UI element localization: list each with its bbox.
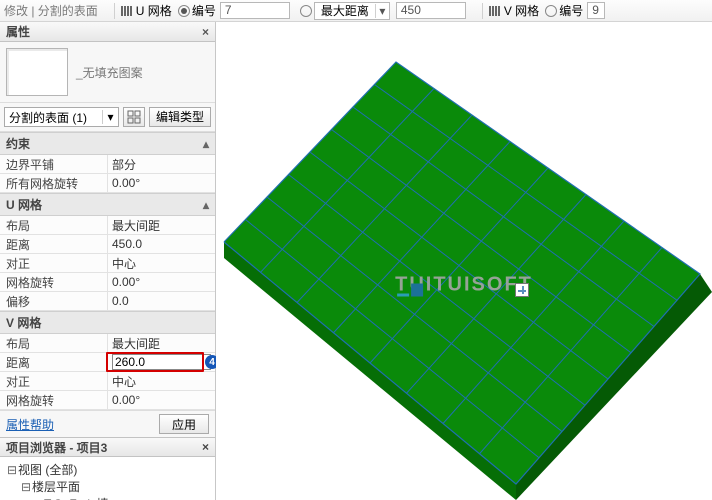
row-u-layout-key: 布局 bbox=[0, 216, 108, 234]
row-v-distance-val[interactable]: 4 bbox=[108, 353, 215, 371]
row-u-justify-key: 对正 bbox=[0, 254, 108, 272]
edit-type-button[interactable]: 编辑类型 bbox=[149, 107, 211, 127]
section-constraints-label: 约束 bbox=[6, 135, 30, 152]
apply-button[interactable]: 应用 bbox=[159, 414, 209, 434]
row-v-layout: 布局 最大间距 bbox=[0, 334, 215, 353]
u-mode-radio[interactable] bbox=[300, 5, 312, 17]
chevron-down-icon: ▾ bbox=[375, 4, 389, 18]
row-u-layout-val[interactable]: 最大间距 bbox=[108, 216, 215, 234]
section-v-grid[interactable]: V 网格 bbox=[0, 311, 215, 334]
picker-icon bbox=[127, 110, 141, 124]
fill-pattern-label: _无填充图案 bbox=[76, 64, 143, 81]
close-icon[interactable]: × bbox=[202, 25, 209, 39]
row-v-layout-val[interactable]: 最大间距 bbox=[108, 334, 215, 352]
v-number-field[interactable]: 9 bbox=[587, 2, 605, 19]
tree-node-floorplans-label: 楼层平面 bbox=[32, 478, 80, 495]
row-border-tile-val[interactable]: 部分 bbox=[108, 155, 215, 173]
row-v-distance-input[interactable] bbox=[112, 354, 211, 370]
row-u-offset: 偏移 0.0 bbox=[0, 292, 215, 311]
row-v-justify-key: 对正 bbox=[0, 372, 108, 390]
v-grid-label: V 网格 bbox=[504, 2, 539, 19]
v-number-radio[interactable] bbox=[545, 5, 557, 17]
fill-pattern-swatch[interactable] bbox=[6, 48, 68, 96]
divided-surface-render bbox=[216, 22, 712, 500]
section-constraints[interactable]: 约束 ▴ bbox=[0, 132, 215, 155]
options-bar: 修改 | 分割的表面 U 网格 编号 7 最大距离 ▾ 450 V 网格 编号 … bbox=[0, 0, 712, 22]
section-v-grid-label: V 网格 bbox=[6, 314, 41, 331]
type-selector-label: 分割的表面 (1) bbox=[5, 109, 102, 126]
row-u-grid-rotate: 网格旋转 0.00° bbox=[0, 273, 215, 292]
3d-viewport[interactable]: TUITUISOFT bbox=[216, 22, 712, 500]
tree-node-fnd[interactable]: T.O. Fnd. 墙 bbox=[6, 495, 209, 500]
u-number-label: 编号 bbox=[192, 2, 216, 19]
watermark: TUITUISOFT bbox=[395, 273, 533, 296]
row-v-grid-rotate-key: 网格旋转 bbox=[0, 391, 108, 409]
collapse-icon[interactable]: ⊟ bbox=[20, 480, 32, 494]
row-border-tile-key: 边界平铺 bbox=[0, 155, 108, 173]
row-u-layout: 布局 最大间距 bbox=[0, 216, 215, 235]
u-number-field[interactable]: 7 bbox=[220, 2, 290, 19]
watermark-icon bbox=[395, 273, 533, 296]
v-number-label: 编号 bbox=[559, 2, 583, 19]
row-u-distance: 距离 450.0 bbox=[0, 235, 215, 254]
type-selector-row: 分割的表面 (1) ▾ 编辑类型 bbox=[0, 103, 215, 132]
properties-help-row: 属性帮助 应用 bbox=[0, 410, 215, 437]
section-u-grid-label: U 网格 bbox=[6, 196, 42, 213]
row-border-tile: 边界平铺 部分 bbox=[0, 155, 215, 174]
project-browser-title: 项目浏览器 - 项目3 × bbox=[0, 437, 215, 457]
u-mode-dropdown-label: 最大距离 bbox=[315, 2, 375, 19]
selection-marker-icon bbox=[515, 283, 529, 297]
section-u-grid[interactable]: U 网格 ▴ bbox=[0, 193, 215, 216]
v-grid-icon bbox=[489, 6, 500, 16]
row-u-grid-rotate-val[interactable]: 0.00° bbox=[108, 273, 215, 291]
properties-title-label: 属性 bbox=[6, 23, 30, 40]
row-all-grid-rotate: 所有网格旋转 0.00° bbox=[0, 174, 215, 193]
u-mode-value-field[interactable]: 450 bbox=[396, 2, 466, 19]
properties-panel: 属性 × _无填充图案 分割的表面 (1) ▾ 编辑类型 约束 ▴ 边界平铺 部… bbox=[0, 22, 216, 500]
u-mode-dropdown[interactable]: 最大距离 ▾ bbox=[314, 2, 390, 20]
collapse-icon[interactable]: ⊟ bbox=[6, 463, 18, 477]
close-icon[interactable]: × bbox=[202, 440, 209, 454]
context-label: 修改 | 分割的表面 bbox=[4, 2, 98, 19]
row-u-grid-rotate-key: 网格旋转 bbox=[0, 273, 108, 291]
collapse-icon[interactable]: ▴ bbox=[203, 198, 209, 212]
row-v-justify: 对正 中心 bbox=[0, 372, 215, 391]
chevron-down-icon: ▾ bbox=[102, 110, 118, 124]
row-all-grid-rotate-val[interactable]: 0.00° bbox=[108, 174, 215, 192]
tree-node-views-label: 视图 (全部) bbox=[18, 461, 77, 478]
u-grid-label: U 网格 bbox=[136, 2, 172, 19]
collapse-icon[interactable]: ▴ bbox=[203, 137, 209, 151]
type-selector-combo[interactable]: 分割的表面 (1) ▾ bbox=[4, 107, 119, 127]
row-u-offset-key: 偏移 bbox=[0, 292, 108, 310]
row-u-distance-key: 距离 bbox=[0, 235, 108, 253]
row-all-grid-rotate-key: 所有网格旋转 bbox=[0, 174, 108, 192]
row-v-grid-rotate-val[interactable]: 0.00° bbox=[108, 391, 215, 409]
tree-node-fnd-label: T.O. Fnd. 墙 bbox=[44, 495, 109, 500]
row-u-justify: 对正 中心 bbox=[0, 254, 215, 273]
properties-panel-title: 属性 × bbox=[0, 22, 215, 42]
properties-help-link[interactable]: 属性帮助 bbox=[6, 416, 54, 433]
row-u-offset-val[interactable]: 0.0 bbox=[108, 292, 215, 310]
type-preview-row: _无填充图案 bbox=[0, 42, 215, 103]
row-v-layout-key: 布局 bbox=[0, 334, 108, 352]
row-v-grid-rotate: 网格旋转 0.00° bbox=[0, 391, 215, 410]
row-u-distance-val[interactable]: 450.0 bbox=[108, 235, 215, 253]
tree-node-floorplans[interactable]: ⊟ 楼层平面 bbox=[6, 478, 209, 495]
project-browser-label: 项目浏览器 - 项目3 bbox=[6, 439, 107, 456]
type-picker-button[interactable] bbox=[123, 107, 145, 127]
row-u-justify-val[interactable]: 中心 bbox=[108, 254, 215, 272]
tree-node-views[interactable]: ⊟ 视图 (全部) bbox=[6, 461, 209, 478]
u-grid-icon bbox=[121, 6, 132, 16]
row-v-justify-val[interactable]: 中心 bbox=[108, 372, 215, 390]
project-browser-tree: ⊟ 视图 (全部) ⊟ 楼层平面 T.O. Fnd. 墙 bbox=[0, 457, 215, 500]
u-number-radio[interactable] bbox=[178, 5, 190, 17]
row-v-distance: 距离 4 bbox=[0, 353, 215, 372]
row-v-distance-key: 距离 bbox=[0, 353, 108, 371]
properties-grid: 约束 ▴ 边界平铺 部分 所有网格旋转 0.00° U 网格 ▴ 布局 最大间距… bbox=[0, 132, 215, 410]
